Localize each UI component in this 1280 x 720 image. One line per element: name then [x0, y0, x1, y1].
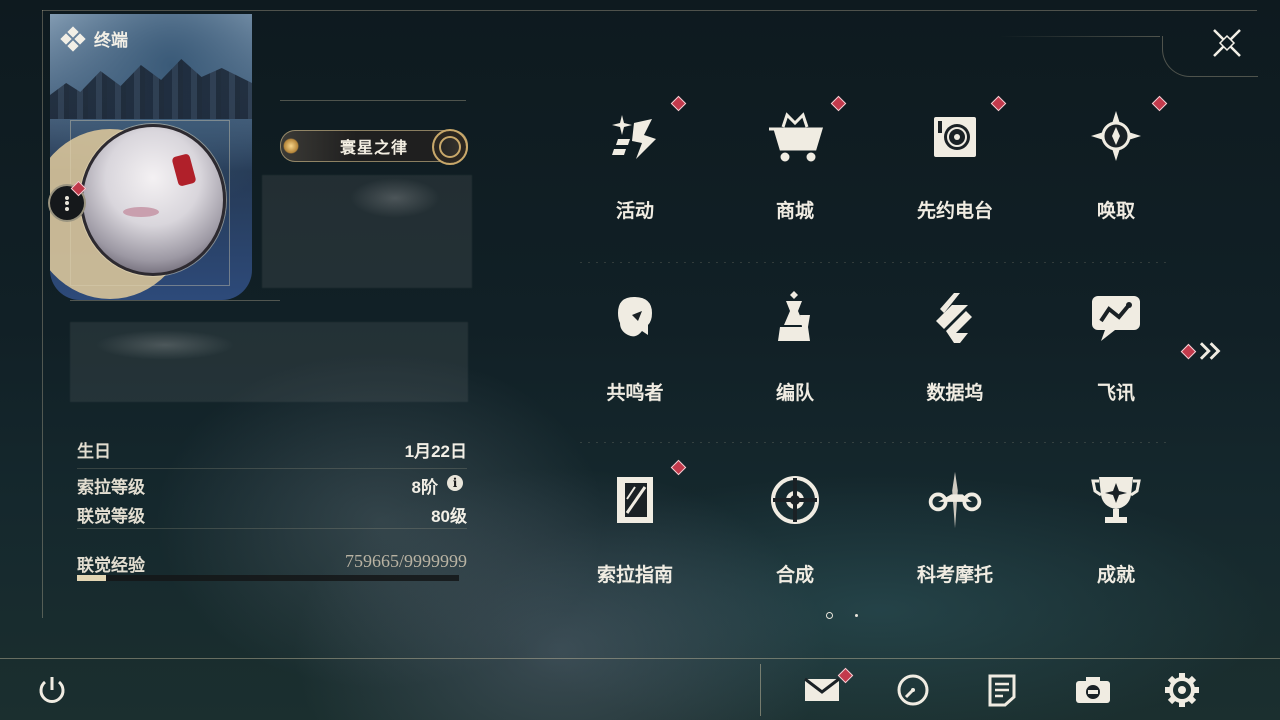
next-page-button[interactable]: [1180, 340, 1224, 362]
menu-item-achievements[interactable]: 成就: [1061, 470, 1171, 620]
grid-separator: [580, 262, 1170, 263]
menu-item-synthesis[interactable]: 合成: [740, 470, 850, 620]
blurred-name-text: [350, 178, 440, 218]
menu-item-label: 先约电台: [916, 201, 993, 222]
avatar-hair-bow: [171, 153, 197, 187]
card-divider-bottom: [70, 300, 280, 301]
photo-button[interactable]: [1071, 668, 1115, 712]
compass-star-icon: [1086, 106, 1146, 166]
menu-item-motorbike[interactable]: 科考摩托: [900, 470, 1010, 620]
menu-item-label: 科考摩托: [916, 565, 993, 586]
data-dock-icon: [925, 288, 985, 348]
union-exp-value: 759665/9999999: [344, 551, 467, 571]
chat-bubble-icon: [1086, 288, 1146, 348]
guide-book-icon: [605, 470, 665, 530]
notification-badge: [670, 95, 687, 112]
camera-icon: [1076, 677, 1110, 703]
radio-icon: [925, 106, 985, 166]
card-background-art: [50, 59, 252, 119]
menu-item-sola-guide[interactable]: 索拉指南: [580, 459, 690, 620]
settings-icon: [1165, 673, 1199, 707]
close-button[interactable]: [1208, 24, 1246, 62]
menu-item-team[interactable]: 编队: [740, 288, 850, 438]
menu-item-label: 成就: [1096, 565, 1135, 586]
menu-item-shop[interactable]: 商城: [740, 95, 850, 256]
synthesis-icon: [765, 470, 825, 530]
more-icon: [65, 194, 69, 212]
menu-item-convene[interactable]: 唤取: [1061, 95, 1171, 256]
union-level-label: 联觉等级: [77, 507, 145, 526]
page-dot[interactable]: [855, 614, 858, 617]
blurred-signature-text: [95, 330, 235, 360]
menu-item-label: 数据坞: [926, 383, 984, 404]
notification-badge: [990, 95, 1007, 112]
row-divider: [77, 528, 467, 529]
notification-badge: [830, 95, 847, 112]
row-divider: [77, 468, 467, 469]
union-exp-label: 联觉经验: [77, 556, 145, 575]
frame-arc-line: [1000, 36, 1160, 37]
birthday-label: 生日: [77, 442, 111, 461]
mail-button[interactable]: [800, 667, 854, 712]
avatar[interactable]: [80, 124, 226, 276]
mail-icon: [804, 677, 840, 701]
close-icon: [1213, 29, 1241, 57]
frame-left-line: [42, 10, 43, 618]
power-button[interactable]: [30, 668, 74, 712]
union-exp-bar: [77, 575, 459, 581]
menu-item-label: 商城: [775, 201, 814, 222]
power-icon: [39, 677, 65, 703]
sun-icon: [283, 138, 299, 154]
notes-icon: [988, 674, 1016, 707]
menu-item-radio[interactable]: 先约电台: [900, 95, 1010, 256]
menu-item-label: 合成: [775, 565, 814, 586]
bottom-bar-line: [0, 658, 1280, 659]
avatar-face: [123, 207, 159, 217]
pagination: [826, 612, 858, 619]
page-title: 终端: [60, 25, 128, 52]
shop-cart-icon: [765, 106, 825, 166]
notification-badge: [1151, 95, 1168, 112]
menu-item-label: 飞讯: [1096, 383, 1135, 404]
sparkle-icon: [605, 106, 665, 166]
info-icon[interactable]: i: [447, 475, 463, 491]
double-chevron-right-icon: [1199, 342, 1221, 360]
union-exp-bar-fill: [77, 575, 107, 581]
birthday-value: 1月22日: [404, 442, 467, 461]
notification-badge: [1180, 343, 1197, 359]
sola-level-label: 索拉等级: [77, 478, 145, 497]
frame-top-line: [42, 10, 1257, 11]
bottom-bar-divider: [760, 664, 761, 716]
card-divider-top: [280, 100, 466, 101]
clock-icon: [897, 674, 929, 706]
notes-button[interactable]: [980, 668, 1024, 712]
union-level-value: 80级: [431, 507, 467, 526]
page-title-text: 终端: [94, 31, 128, 50]
title-badge-text: 寰星之律: [339, 140, 408, 157]
resonator-portrait-icon: [605, 288, 665, 348]
menu-item-data-dock[interactable]: 数据坞: [900, 288, 1010, 438]
terminal-diamond-icon: [60, 25, 86, 52]
menu-item-label: 编队: [775, 383, 814, 404]
schedule-button[interactable]: [891, 668, 935, 712]
motorbike-icon: [925, 470, 985, 530]
trophy-icon: [1086, 470, 1146, 530]
menu-item-activity[interactable]: 活动: [580, 95, 690, 256]
menu-item-label: 索拉指南: [596, 565, 673, 586]
sola-level-value: 8阶: [411, 478, 438, 497]
grid-separator: [580, 442, 1170, 443]
menu-item-label: 唤取: [1096, 201, 1135, 222]
menu-item-label: 活动: [615, 201, 654, 222]
menu-item-resonators[interactable]: 共鸣者: [580, 288, 690, 438]
page-dot-active[interactable]: [826, 612, 833, 619]
ring-emblem-icon: [432, 129, 468, 165]
menu-item-messages[interactable]: 飞讯: [1061, 288, 1171, 438]
settings-button[interactable]: [1160, 668, 1204, 712]
notification-badge: [670, 459, 687, 476]
menu-item-label: 共鸣者: [606, 383, 664, 404]
chess-team-icon: [765, 288, 825, 348]
